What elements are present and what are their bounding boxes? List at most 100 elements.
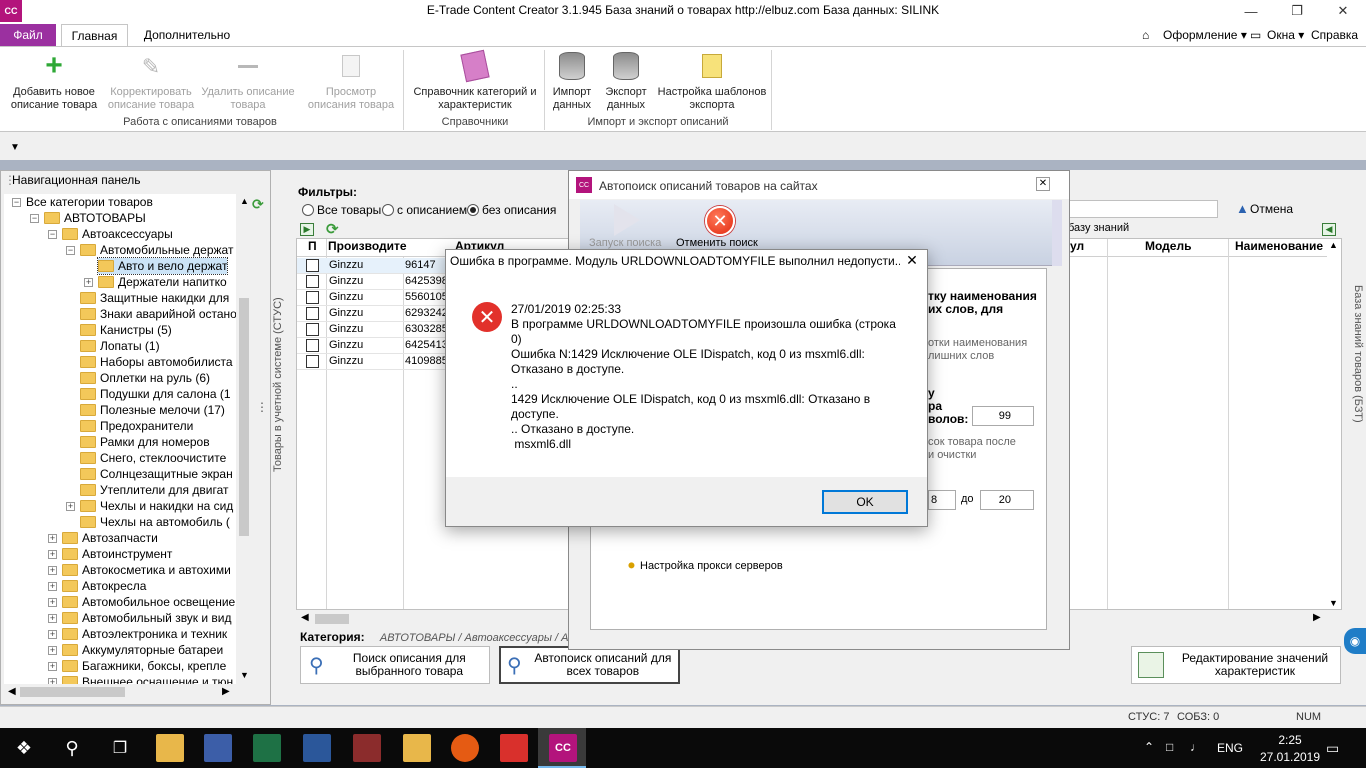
- tree-item[interactable]: Авто и вело держат: [96, 257, 229, 275]
- column-header[interactable]: П: [308, 239, 317, 257]
- close-icon[interactable]: ✕: [1320, 0, 1366, 22]
- max-length-spinner[interactable]: 99: [972, 406, 1034, 426]
- tree-item[interactable]: Защитные накидки для: [80, 290, 229, 306]
- scroll-left-icon[interactable]: ◀: [8, 686, 16, 697]
- delete-description-button[interactable]: Удалить описание товара: [198, 50, 298, 112]
- tree-item[interactable]: Аккумуляторные батареи: [62, 642, 223, 658]
- expand-icon[interactable]: +: [48, 598, 57, 607]
- tree-item[interactable]: Чехлы на автомобиль (: [80, 514, 230, 530]
- filter-with-description-radio[interactable]: с описанием: [382, 203, 467, 217]
- tree-item[interactable]: Утеплители для двигат: [80, 482, 228, 498]
- expand-icon[interactable]: +: [48, 662, 57, 671]
- autosearch-button[interactable]: ⚲ Автопоиск описаний для всех товаров: [499, 646, 680, 684]
- winrar-icon[interactable]: [353, 734, 381, 762]
- range-from-spinner[interactable]: 8: [928, 490, 956, 510]
- collapse-icon[interactable]: −: [30, 214, 39, 223]
- side-tab-bzt[interactable]: База знаний товаров (БЗТ): [1348, 284, 1364, 424]
- tree-item[interactable]: Автоэлектроника и техник: [62, 626, 227, 642]
- side-tab-stus[interactable]: Товары в учетной системе (СТУС): [272, 290, 290, 480]
- network-icon[interactable]: □: [1166, 740, 1173, 754]
- expand-icon[interactable]: +: [48, 550, 57, 559]
- volume-icon[interactable]: ♩: [1190, 740, 1202, 754]
- close-icon[interactable]: ✕: [1036, 177, 1050, 191]
- row-checkbox[interactable]: [306, 307, 319, 320]
- home-icon[interactable]: ⌂: [1142, 28, 1149, 42]
- range-to-spinner[interactable]: 20: [980, 490, 1034, 510]
- screenshot-app-icon[interactable]: [500, 734, 528, 762]
- expand-icon[interactable]: +: [66, 502, 75, 511]
- tree-item[interactable]: Автомобильный звук и вид: [62, 610, 232, 626]
- tab-home[interactable]: Главная: [61, 24, 128, 47]
- scroll-left-icon[interactable]: ◀: [301, 612, 309, 623]
- search-icon[interactable]: ⚲: [58, 734, 86, 762]
- task-view-icon[interactable]: ❐: [106, 734, 134, 762]
- scroll-right-icon[interactable]: ▶: [222, 686, 230, 697]
- tab-file[interactable]: Файл: [0, 24, 56, 46]
- menu-windows[interactable]: Окна ▾: [1267, 28, 1304, 42]
- word-icon[interactable]: [303, 734, 331, 762]
- save-app-icon[interactable]: [204, 734, 232, 762]
- scroll-up-icon[interactable]: ▲: [1329, 240, 1338, 250]
- column-header[interactable]: Производите: [328, 239, 407, 257]
- tree-item[interactable]: Все категории товаров: [26, 194, 153, 210]
- tree-item[interactable]: Лопаты (1): [80, 338, 160, 354]
- expand-icon[interactable]: +: [48, 614, 57, 623]
- tree-item[interactable]: Автомобильные держат: [80, 242, 233, 258]
- tree-horizontal-scrollbar[interactable]: [4, 684, 236, 700]
- expand-icon[interactable]: +: [48, 630, 57, 639]
- expand-icon[interactable]: +: [48, 534, 57, 543]
- row-checkbox[interactable]: [306, 291, 319, 304]
- firefox-icon[interactable]: [451, 734, 479, 762]
- splitter-grip-icon[interactable]: ⋮: [256, 400, 268, 414]
- row-checkbox[interactable]: [306, 259, 319, 272]
- row-checkbox[interactable]: [306, 275, 319, 288]
- tree-item[interactable]: Канистры (5): [80, 322, 172, 338]
- tree-item[interactable]: Внешнее оснащение и тюн: [62, 674, 233, 684]
- menu-design[interactable]: Оформление ▾: [1163, 28, 1247, 42]
- scroll-right-icon[interactable]: ▶: [1313, 612, 1321, 623]
- minimize-icon[interactable]: —: [1228, 0, 1274, 22]
- ok-button[interactable]: OK: [822, 490, 908, 514]
- export-templates-button[interactable]: Настройка шаблонов экспорта: [656, 50, 768, 112]
- file-explorer-icon[interactable]: [156, 734, 184, 762]
- export-grid-icon[interactable]: ▶: [300, 223, 314, 236]
- refresh-icon[interactable]: ⟳: [326, 220, 339, 238]
- tree-vertical-scrollbar[interactable]: [236, 194, 252, 684]
- chevron-down-icon[interactable]: ▼: [10, 142, 20, 153]
- tree-item[interactable]: Знаки аварийной остано: [80, 306, 236, 322]
- proxy-settings-link[interactable]: Настройка прокси серверов: [640, 560, 783, 572]
- column-header[interactable]: Модель: [1145, 239, 1191, 257]
- start-search-button[interactable]: Запуск поиска: [589, 237, 661, 249]
- etrade-app-icon[interactable]: CC: [549, 734, 577, 762]
- import-button[interactable]: Импорт данных: [547, 50, 597, 112]
- close-icon[interactable]: ✕: [904, 252, 920, 268]
- collapse-icon[interactable]: −: [66, 246, 75, 255]
- search-input[interactable]: [1068, 200, 1218, 218]
- collapse-icon[interactable]: −: [48, 230, 57, 239]
- clock-date[interactable]: 27.01.2019: [1250, 750, 1330, 764]
- row-checkbox[interactable]: [306, 339, 319, 352]
- clock-time[interactable]: 2:25: [1268, 733, 1312, 747]
- search-description-button[interactable]: ⚲ Поиск описания для выбранного товара: [300, 646, 490, 684]
- catalog-button[interactable]: Справочник категорий и характеристик: [408, 49, 542, 112]
- notifications-icon[interactable]: ▭: [1326, 740, 1339, 757]
- tree-item[interactable]: Держатели напитко: [98, 274, 227, 290]
- tree-item[interactable]: Автозапчасти: [62, 530, 158, 546]
- tree-item[interactable]: Чехлы и накидки на сид: [80, 498, 233, 514]
- excel-icon[interactable]: [253, 734, 281, 762]
- tree-item[interactable]: Автоаксессуары: [62, 226, 173, 242]
- import-grid-icon[interactable]: ◀: [1322, 223, 1336, 236]
- assistant-icon[interactable]: ◉: [1344, 628, 1366, 654]
- refresh-icon[interactable]: ⟳: [252, 196, 268, 212]
- column-header[interactable]: ул: [1070, 239, 1084, 257]
- expand-icon[interactable]: +: [48, 582, 57, 591]
- tree-item[interactable]: Подушки для салона (1: [80, 386, 231, 402]
- expand-icon[interactable]: +: [48, 566, 57, 575]
- edit-description-button[interactable]: ✎ Корректировать описание товара: [102, 50, 200, 112]
- tree-item[interactable]: Багажники, боксы, крепле: [62, 658, 226, 674]
- mail-icon[interactable]: [403, 734, 431, 762]
- scroll-down-icon[interactable]: ▼: [1329, 598, 1338, 608]
- filter-clear-icon[interactable]: ▲: [1236, 201, 1249, 216]
- toolbar-scrollbar[interactable]: [1052, 200, 1062, 266]
- tree-item[interactable]: Снего, стеклоочистите: [80, 450, 226, 466]
